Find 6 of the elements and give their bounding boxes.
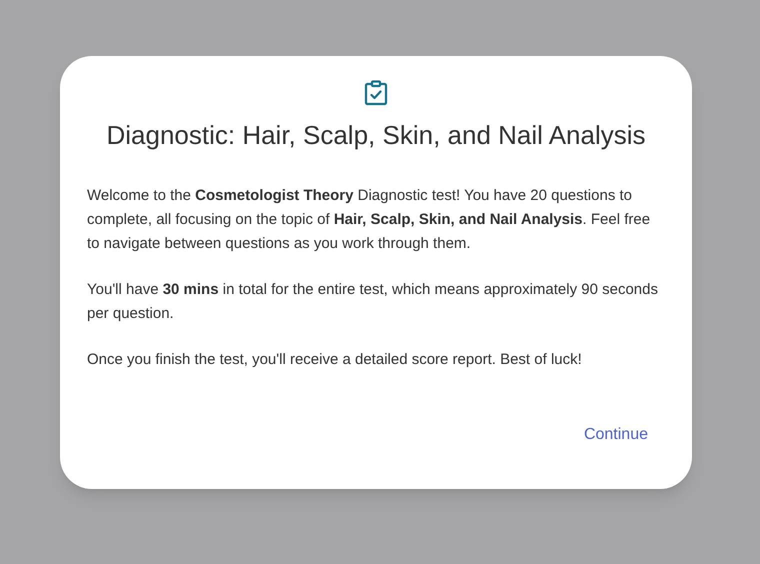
paragraph: Once you finish the test, you'll receive a detailed score report. Best of luck!	[87, 350, 583, 370]
clipboard-check-icon	[364, 80, 388, 106]
paragraph: You'll have 30 mins in total for the entire test, which means approximately 90 seconds per question.	[87, 280, 658, 324]
paragraph: Welcome to the Cosmetologist Theory Diagnostic test! You have 20 questions to complete, all focusing on the topic of Hair, Scalp, Skin, and Nail Analysis. Feel free to navigate between questions as you work through them.	[87, 186, 652, 254]
continue-button[interactable]: Continue	[580, 419, 652, 451]
dialog-title: Diagnostic: Hair, Scalp, Skin, and Nail Analysis	[106, 119, 646, 152]
